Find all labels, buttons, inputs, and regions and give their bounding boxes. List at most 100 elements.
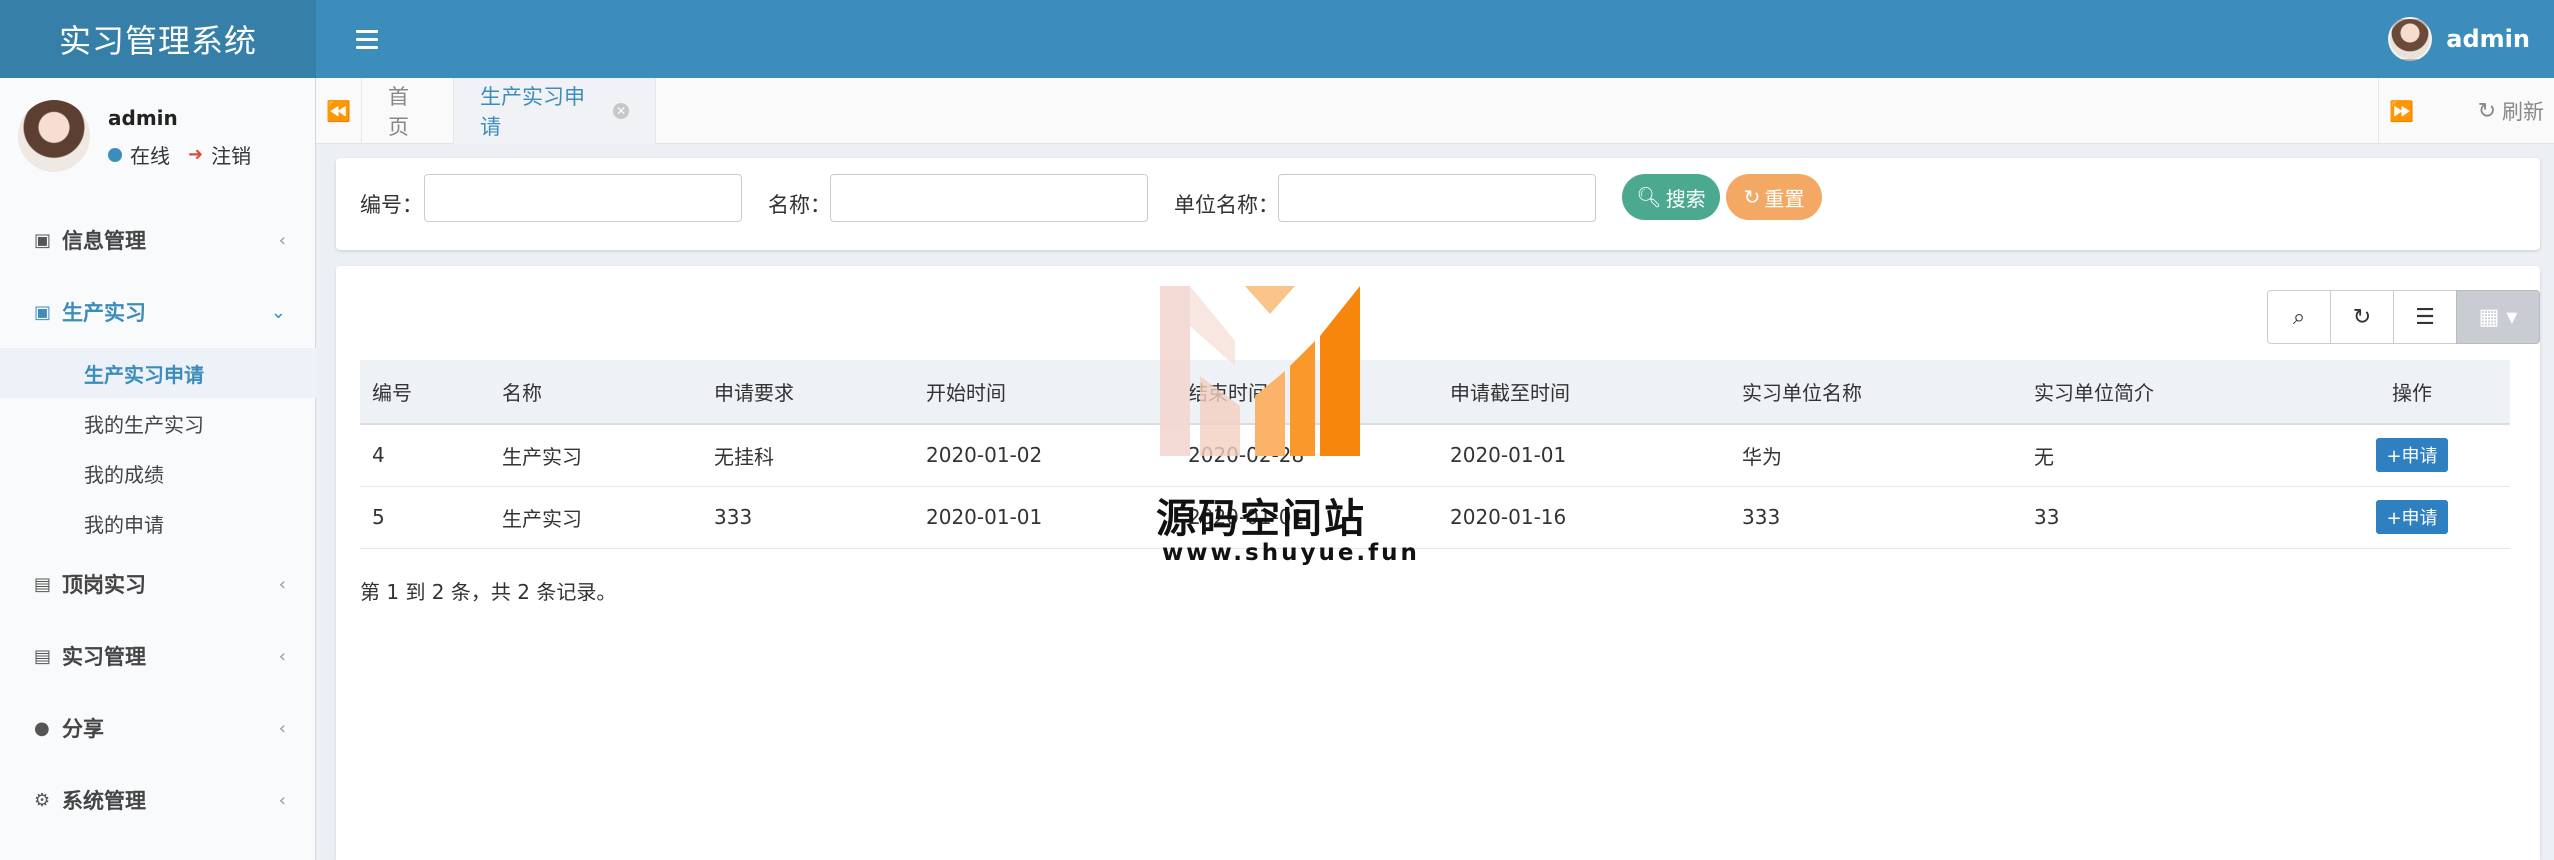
submenu-production-internship: 生产实习申请 我的生产实习 我的成绩 我的申请 — [0, 348, 316, 548]
cell: 2020-01-01 — [1438, 424, 1730, 487]
sidebar-item-placement-internship[interactable]: ▤ 顶岗实习 ‹ — [0, 548, 316, 620]
table-row: 5 生产实习 333 2020-01-01 2020-01-01 2020-01… — [360, 486, 2510, 549]
close-icon[interactable]: ✕ — [613, 103, 629, 119]
cell: 2020-02-28 — [1176, 424, 1438, 487]
reset-button-label: 重置 — [1764, 186, 1805, 211]
sidebar-item-internship-management[interactable]: ▤ 实习管理 ‹ — [0, 620, 316, 692]
col-header[interactable]: 申请截至时间 — [1438, 360, 1730, 425]
table-header-row: 编号 名称 申请要求 开始时间 结束时间 申请截至时间 实习单位名称 实习单位简… — [360, 360, 2510, 425]
col-header[interactable]: 名称 — [490, 360, 702, 425]
sidebar-item-info[interactable]: ▣ 信息管理 ‹ — [0, 204, 316, 276]
col-header[interactable]: 实习单位简介 — [2022, 360, 2314, 425]
cell-actions: +申请 — [2314, 424, 2510, 487]
cell: 333 — [1730, 486, 2022, 549]
user-panel: admin 在线 ➜ 注销 — [18, 100, 308, 180]
submenu-item-my-internship[interactable]: 我的生产实习 — [0, 398, 316, 448]
search-icon: ⌕ — [2292, 304, 2306, 330]
table-row: 4 生产实习 无挂科 2020-01-02 2020-02-28 2020-01… — [360, 424, 2510, 487]
cell: 4 — [360, 424, 490, 487]
sidebar-menu: ▣ 信息管理 ‹ ▣ 生产实习 ⌄ 生产实习申请 我的生产实习 我的成绩 我的申… — [0, 204, 316, 836]
name-input[interactable] — [830, 174, 1148, 222]
cell: 华为 — [1730, 424, 2022, 487]
pagination-info: 第 1 到 2 条，共 2 条记录。 — [360, 580, 617, 604]
sidebar-item-production-internship[interactable]: ▣ 生产实习 ⌄ — [0, 276, 316, 348]
cell: 2020-01-16 — [1438, 486, 1730, 549]
cell: 无挂科 — [702, 424, 914, 487]
data-table: 编号 名称 申请要求 开始时间 结束时间 申请截至时间 实习单位名称 实习单位简… — [360, 360, 2510, 549]
columns-dropdown-button[interactable]: ▦ ▾ — [2456, 290, 2540, 344]
user-panel-status: 在线 ➜ 注销 — [108, 140, 251, 169]
submenu-item-apply[interactable]: 生产实习申请 — [0, 348, 316, 398]
toggle-search-button[interactable]: ⌕ — [2267, 290, 2331, 344]
sidebar-item-label: 分享 — [62, 717, 104, 741]
navbar-user-menu[interactable]: admin — [2388, 0, 2530, 78]
chevron-left-icon: ‹ — [278, 646, 286, 667]
sidebar-item-label: 实习管理 — [62, 645, 146, 669]
col-header: 操作 — [2314, 360, 2510, 425]
sidebar: admin 在线 ➜ 注销 ▣ 信息管理 ‹ ▣ 生产实习 ⌄ 生产实习申请 我… — [0, 78, 316, 860]
label-unit-name: 单位名称： — [1174, 193, 1279, 217]
search-button[interactable]: 🔍︎ 搜索 — [1622, 174, 1720, 220]
avatar — [2388, 17, 2433, 61]
reset-button[interactable]: ↻ 重置 — [1726, 174, 1822, 220]
sidebar-item-label: 生产实习 — [62, 301, 146, 325]
top-navbar: admin — [316, 0, 2554, 78]
cell: 无 — [2022, 424, 2314, 487]
tab-home[interactable]: 首页 — [362, 78, 454, 144]
col-header[interactable]: 开始时间 — [914, 360, 1176, 425]
toggle-view-button[interactable]: ☰ — [2393, 290, 2457, 344]
online-dot-icon — [108, 147, 122, 162]
search-form: 编号： 名称： 单位名称： 🔍︎ 搜索 ↻ 重置 — [336, 158, 2540, 250]
chevron-left-icon: ‹ — [278, 718, 286, 739]
tab-label: 生产实习申请 — [480, 85, 585, 139]
apply-button[interactable]: +申请 — [2376, 500, 2448, 534]
table-toolbar: ⌕ ↻ ☰ ▦ ▾ — [2267, 290, 2540, 344]
logout-link[interactable]: 注销 — [211, 140, 251, 169]
online-status: 在线 — [130, 144, 170, 168]
sidebar-item-label: 系统管理 — [62, 789, 146, 813]
cell: 2020-01-01 — [1176, 486, 1438, 549]
tabs-scroll-left-icon[interactable]: ⏪ — [316, 78, 362, 144]
cell: 33 — [2022, 486, 2314, 549]
refresh-icon: ↻ — [2352, 304, 2372, 330]
id-badge-icon: ▣ — [34, 229, 52, 251]
submenu-item-my-applications[interactable]: 我的申请 — [0, 498, 316, 548]
user-panel-name: admin — [108, 106, 178, 130]
id-card-icon: ▤ — [34, 573, 52, 595]
cell: 333 — [702, 486, 914, 549]
cell: 生产实习 — [490, 424, 702, 487]
col-header[interactable]: 申请要求 — [702, 360, 914, 425]
app-logo-title: 实习管理系统 — [0, 0, 316, 78]
tabs-scroll-right-icon[interactable]: ⏩ — [2378, 78, 2424, 144]
refresh-button[interactable]: ↻ 刷新 — [2478, 78, 2544, 144]
sidebar-item-label: 信息管理 — [62, 229, 146, 253]
cell-actions: +申请 — [2314, 486, 2510, 549]
refresh-table-button[interactable]: ↻ — [2330, 290, 2394, 344]
id-input[interactable] — [424, 174, 742, 222]
refresh-icon: ↻ — [2477, 98, 2496, 124]
sidebar-item-share[interactable]: ● 分享 ‹ — [0, 692, 316, 764]
grid-icon: ▦ ▾ — [2478, 304, 2518, 330]
chevron-down-icon: ⌄ — [270, 302, 286, 323]
sidebar-item-system-management[interactable]: ⚙ 系统管理 ‹ — [0, 764, 316, 836]
unit-name-input[interactable] — [1278, 174, 1596, 222]
tab-production-apply[interactable]: 生产实习申请 ✕ — [454, 78, 656, 144]
apply-button[interactable]: +申请 — [2376, 438, 2448, 473]
label-name: 名称： — [768, 193, 831, 217]
submenu-item-my-grades[interactable]: 我的成绩 — [0, 448, 316, 498]
chevron-left-icon: ‹ — [278, 790, 286, 811]
label-id: 编号： — [360, 193, 423, 217]
user-square-icon: ▣ — [34, 301, 52, 323]
comment-icon: ● — [34, 717, 50, 739]
col-header[interactable]: 实习单位名称 — [1730, 360, 2022, 425]
col-header[interactable]: 结束时间 — [1176, 360, 1438, 425]
navbar-username: admin — [2446, 25, 2530, 53]
sidebar-item-label: 顶岗实习 — [62, 573, 146, 597]
refresh-label: 刷新 — [2502, 100, 2544, 124]
search-button-label: 搜索 — [1665, 186, 1706, 211]
menu-toggle-icon[interactable] — [356, 24, 378, 54]
cell: 2020-01-02 — [914, 424, 1176, 487]
sign-out-icon[interactable]: ➜ — [188, 144, 203, 165]
chevron-left-icon: ‹ — [278, 574, 286, 595]
col-header[interactable]: 编号 — [360, 360, 490, 425]
